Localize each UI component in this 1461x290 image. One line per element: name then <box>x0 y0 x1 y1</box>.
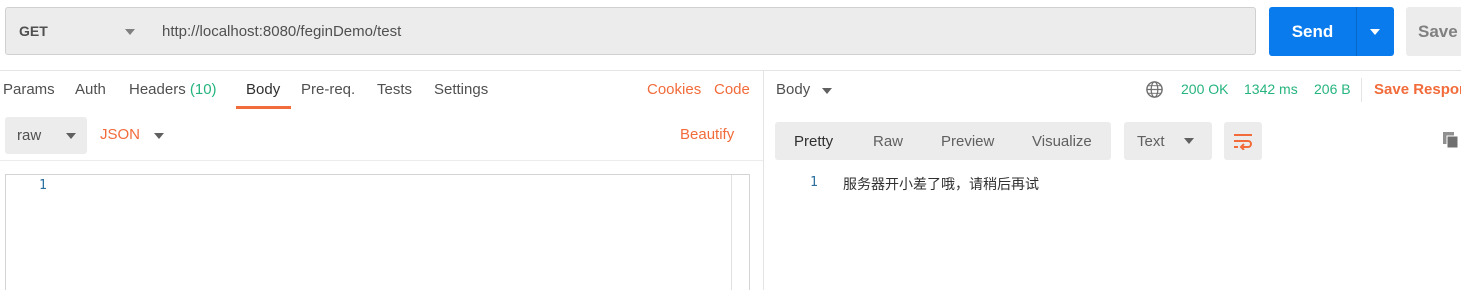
chevron-down-icon[interactable] <box>154 133 164 139</box>
wrap-lines-icon <box>1234 134 1252 150</box>
response-line-number: 1 <box>810 175 818 190</box>
code-link[interactable]: Code <box>714 80 750 100</box>
body-mode-select[interactable]: raw <box>5 117 87 154</box>
tab-headers[interactable]: Headers (10) <box>129 80 217 100</box>
globe-icon[interactable] <box>1145 80 1164 99</box>
response-body-label[interactable]: Body <box>776 81 810 98</box>
response-format-select[interactable]: Text <box>1124 122 1212 160</box>
response-content: 服务器开小差了哦，请稍后再试 <box>843 177 1039 193</box>
send-options-button[interactable] <box>1356 7 1394 56</box>
status-divider <box>1361 78 1362 102</box>
save-button[interactable]: Save <box>1406 7 1461 56</box>
send-button[interactable]: Send <box>1269 7 1356 56</box>
chevron-down-icon <box>1184 138 1194 144</box>
tab-auth[interactable]: Auth <box>75 80 106 100</box>
wrap-lines-button[interactable] <box>1224 122 1262 160</box>
tab-prereq[interactable]: Pre-req. <box>301 80 355 100</box>
chevron-down-icon <box>1370 29 1380 35</box>
editor-line-number: 1 <box>39 178 47 193</box>
copy-icon[interactable] <box>1441 130 1461 150</box>
tab-settings[interactable]: Settings <box>434 80 488 100</box>
language-select[interactable]: JSON <box>100 126 140 143</box>
tab-headers-label: Headers <box>129 81 186 98</box>
tab-preview[interactable]: Preview <box>941 133 994 150</box>
response-time[interactable]: 1342 ms <box>1244 81 1298 97</box>
beautify-button[interactable]: Beautify <box>680 126 734 143</box>
tab-raw[interactable]: Raw <box>873 133 903 150</box>
response-size[interactable]: 206 B <box>1314 81 1351 97</box>
editor-scrollbar[interactable] <box>731 175 732 290</box>
tab-tests[interactable]: Tests <box>377 80 412 100</box>
toolbar-divider <box>0 70 1461 71</box>
cookies-link[interactable]: Cookies <box>647 80 701 100</box>
tab-visualize[interactable]: Visualize <box>1032 133 1092 150</box>
active-tab-indicator <box>236 106 291 109</box>
response-format-label: Text <box>1137 132 1165 150</box>
chevron-down-icon[interactable] <box>822 88 832 94</box>
tab-pretty[interactable]: Pretty <box>794 133 833 150</box>
method-select[interactable]: GET <box>5 7 150 55</box>
chevron-down-icon <box>125 29 135 35</box>
save-response-button[interactable]: Save Respor <box>1374 81 1461 98</box>
pane-divider[interactable] <box>763 71 764 290</box>
method-label: GET <box>19 23 48 39</box>
tab-params[interactable]: Params <box>3 80 55 100</box>
headers-count-badge: (10) <box>189 81 217 98</box>
url-input[interactable]: http://localhost:8080/feginDemo/test <box>149 7 1256 55</box>
tab-body[interactable]: Body <box>246 80 280 100</box>
body-mode-label: raw <box>17 127 42 144</box>
request-body-editor[interactable] <box>5 174 750 290</box>
body-options-divider <box>0 160 763 161</box>
chevron-down-icon <box>66 133 76 139</box>
status-code[interactable]: 200 OK <box>1181 81 1228 97</box>
